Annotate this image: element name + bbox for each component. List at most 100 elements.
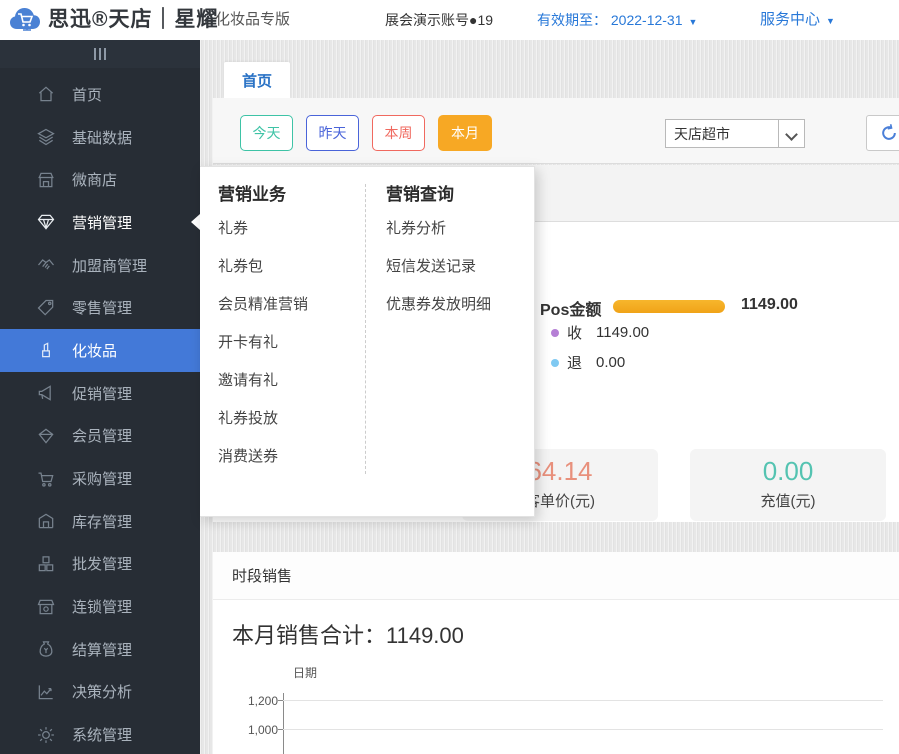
filter-week-button[interactable]: 本周 [372,115,425,151]
sidebar-item-label: 采购管理 [72,471,133,489]
pos-amount-value: 1149.00 [741,296,798,313]
receive-row: 收 1149.00 [551,322,649,343]
lipstick-icon [36,340,56,360]
refund-row: 退 0.00 [551,352,625,373]
tag-icon [36,298,56,318]
sidebar-item-franchise[interactable]: 加盟商管理 [0,244,200,287]
storefront-icon [36,170,56,190]
sidebar-item-promotion[interactable]: 促销管理 [0,372,200,415]
warehouse-icon [36,511,56,531]
refresh-button[interactable] [866,115,899,151]
sidebar: 首页 基础数据 微商店 营销管理 加盟商管理 零售管理 化妆品 促销管理 会员管… [0,40,200,754]
pos-amount-label: Pos金额 [540,302,602,319]
menu-item-coupon-pack[interactable]: 礼券包 [218,248,358,286]
cubes-icon [36,554,56,574]
sidebar-item-member[interactable]: 会员管理 [0,415,200,458]
receive-dot-icon [551,328,559,337]
flyout-column-query: 营销查询 礼券分析 短信发送记录 优惠券发放明细 [386,183,516,324]
sidebar-item-label: 会员管理 [72,428,133,446]
chart-x-axis-title: 日期 [293,666,318,680]
moneybag-icon [36,639,56,659]
sidebar-item-marketing[interactable]: 营销管理 [0,201,200,244]
sidebar-item-analysis[interactable]: 决策分析 [0,671,200,714]
refresh-icon [881,124,896,140]
sidebar-item-chain[interactable]: 连锁管理 [0,585,200,628]
chart-line-icon [36,682,56,702]
sidebar-item-label: 化妆品 [72,342,118,360]
menu-item-open-card-gift[interactable]: 开卡有礼 [218,324,358,362]
sidebar-item-label: 结算管理 [72,641,133,659]
receive-label: 收 [567,325,583,342]
store-select-value: 天店超市 [674,125,730,142]
refund-value: 0.00 [596,354,626,371]
menu-item-coupon-delivery[interactable]: 礼券投放 [218,400,358,438]
home-icon [36,84,56,104]
month-sales-total: 本月销售合计：1149.00 [232,623,464,648]
sidebar-item-purchase[interactable]: 采购管理 [0,457,200,500]
menu-item-coupon-issue-detail[interactable]: 优惠券发放明细 [386,286,516,324]
chart-gridline [283,729,883,730]
validity-dropdown[interactable]: 有效期至： 2022-12-31 ▼ [537,0,697,40]
chart-ytick-1200: 1,200 [247,694,278,708]
chevron-down-icon [778,120,804,147]
sidebar-nav: 首页 基础数据 微商店 营销管理 加盟商管理 零售管理 化妆品 促销管理 会员管… [0,68,200,754]
sidebar-item-label: 系统管理 [72,727,133,745]
service-center-text: 服务中心 [760,11,821,28]
brand-cloud-cart-icon [10,8,40,31]
sidebar-item-micro-store[interactable]: 微商店 [0,158,200,201]
menu-item-invite-gift[interactable]: 邀请有礼 [218,362,358,400]
flyout-column-business: 营销业务 礼券 礼券包 会员精准营销 开卡有礼 邀请有礼 礼券投放 消费送券 [218,183,358,476]
tab-home[interactable]: 首页 [224,62,290,98]
chart-y-axis-line [283,693,284,754]
period-sales-title: 时段销售 [213,552,899,600]
gear-icon [36,725,56,745]
refund-dot-icon [551,358,559,367]
layers-icon [36,127,56,147]
pos-amount-bar [613,300,725,313]
menu-item-coupon-analysis[interactable]: 礼券分析 [386,210,516,248]
sidebar-item-system[interactable]: 系统管理 [0,713,200,754]
filter-yesterday-button[interactable]: 昨天 [306,115,359,151]
chart-gridline [283,700,883,701]
receive-value: 1149.00 [596,324,650,341]
period-sales-panel: 时段销售 本月销售合计：1149.00 日期 1,200 1,000 800 [213,552,899,754]
menu-item-gift-coupon[interactable]: 礼券 [218,210,358,248]
sidebar-item-label: 营销管理 [72,214,133,232]
sidebar-item-settlement[interactable]: 结算管理 [0,628,200,671]
recharge-card: 0.00 充值(元) [690,449,886,521]
marketing-flyout-menu: 营销业务 礼券 礼券包 会员精准营销 开卡有礼 邀请有礼 礼券投放 消费送券 营… [200,166,535,517]
top-header: 思迅®天店｜星耀 化妆品专版 展会演示账号●19 有效期至： 2022-12-3… [0,0,899,40]
sidebar-item-label: 批发管理 [72,556,133,574]
sidebar-item-wholesale[interactable]: 批发管理 [0,543,200,586]
sidebar-item-label: 连锁管理 [72,599,133,617]
sidebar-item-cosmetics[interactable]: 化妆品 [0,329,200,372]
handshake-icon [36,255,56,275]
service-center-dropdown[interactable]: 服务中心 ▼ [760,0,835,40]
recharge-value: 0.00 [762,456,814,486]
sidebar-item-label: 加盟商管理 [72,257,148,275]
sidebar-item-label: 零售管理 [72,300,133,318]
validity-text: 有效期至： 2022-12-31 [537,12,683,28]
sidebar-collapse-handle[interactable] [0,40,200,68]
sidebar-item-base-data[interactable]: 基础数据 [0,116,200,159]
gem-icon [36,212,56,232]
store-select[interactable]: 天店超市 [665,119,805,148]
filter-month-button[interactable]: 本月 [438,115,492,151]
flyout-column-title: 营销业务 [218,185,286,204]
menu-item-member-precision-marketing[interactable]: 会员精准营销 [218,286,358,324]
edition-label: 化妆品专版 [215,11,291,28]
app-window: 思迅®天店｜星耀 化妆品专版 展会演示账号●19 有效期至： 2022-12-3… [0,0,899,754]
filter-today-button[interactable]: 今天 [240,115,293,151]
sidebar-item-inventory[interactable]: 库存管理 [0,500,200,543]
caret-down-icon: ▼ [688,17,698,27]
shop-icon [36,597,56,617]
flyout-arrow-icon [191,214,200,231]
sidebar-item-home[interactable]: 首页 [0,73,200,116]
flyout-column-title: 营销查询 [386,185,454,204]
sidebar-item-retail[interactable]: 零售管理 [0,286,200,329]
brand-title: 思迅®天店｜星耀 [48,8,219,31]
sidebar-item-label: 库存管理 [72,513,133,531]
account-label: 展会演示账号●19 [385,12,494,28]
menu-item-consume-send-coupon[interactable]: 消费送券 [218,438,358,476]
menu-item-sms-send-record[interactable]: 短信发送记录 [386,248,516,286]
